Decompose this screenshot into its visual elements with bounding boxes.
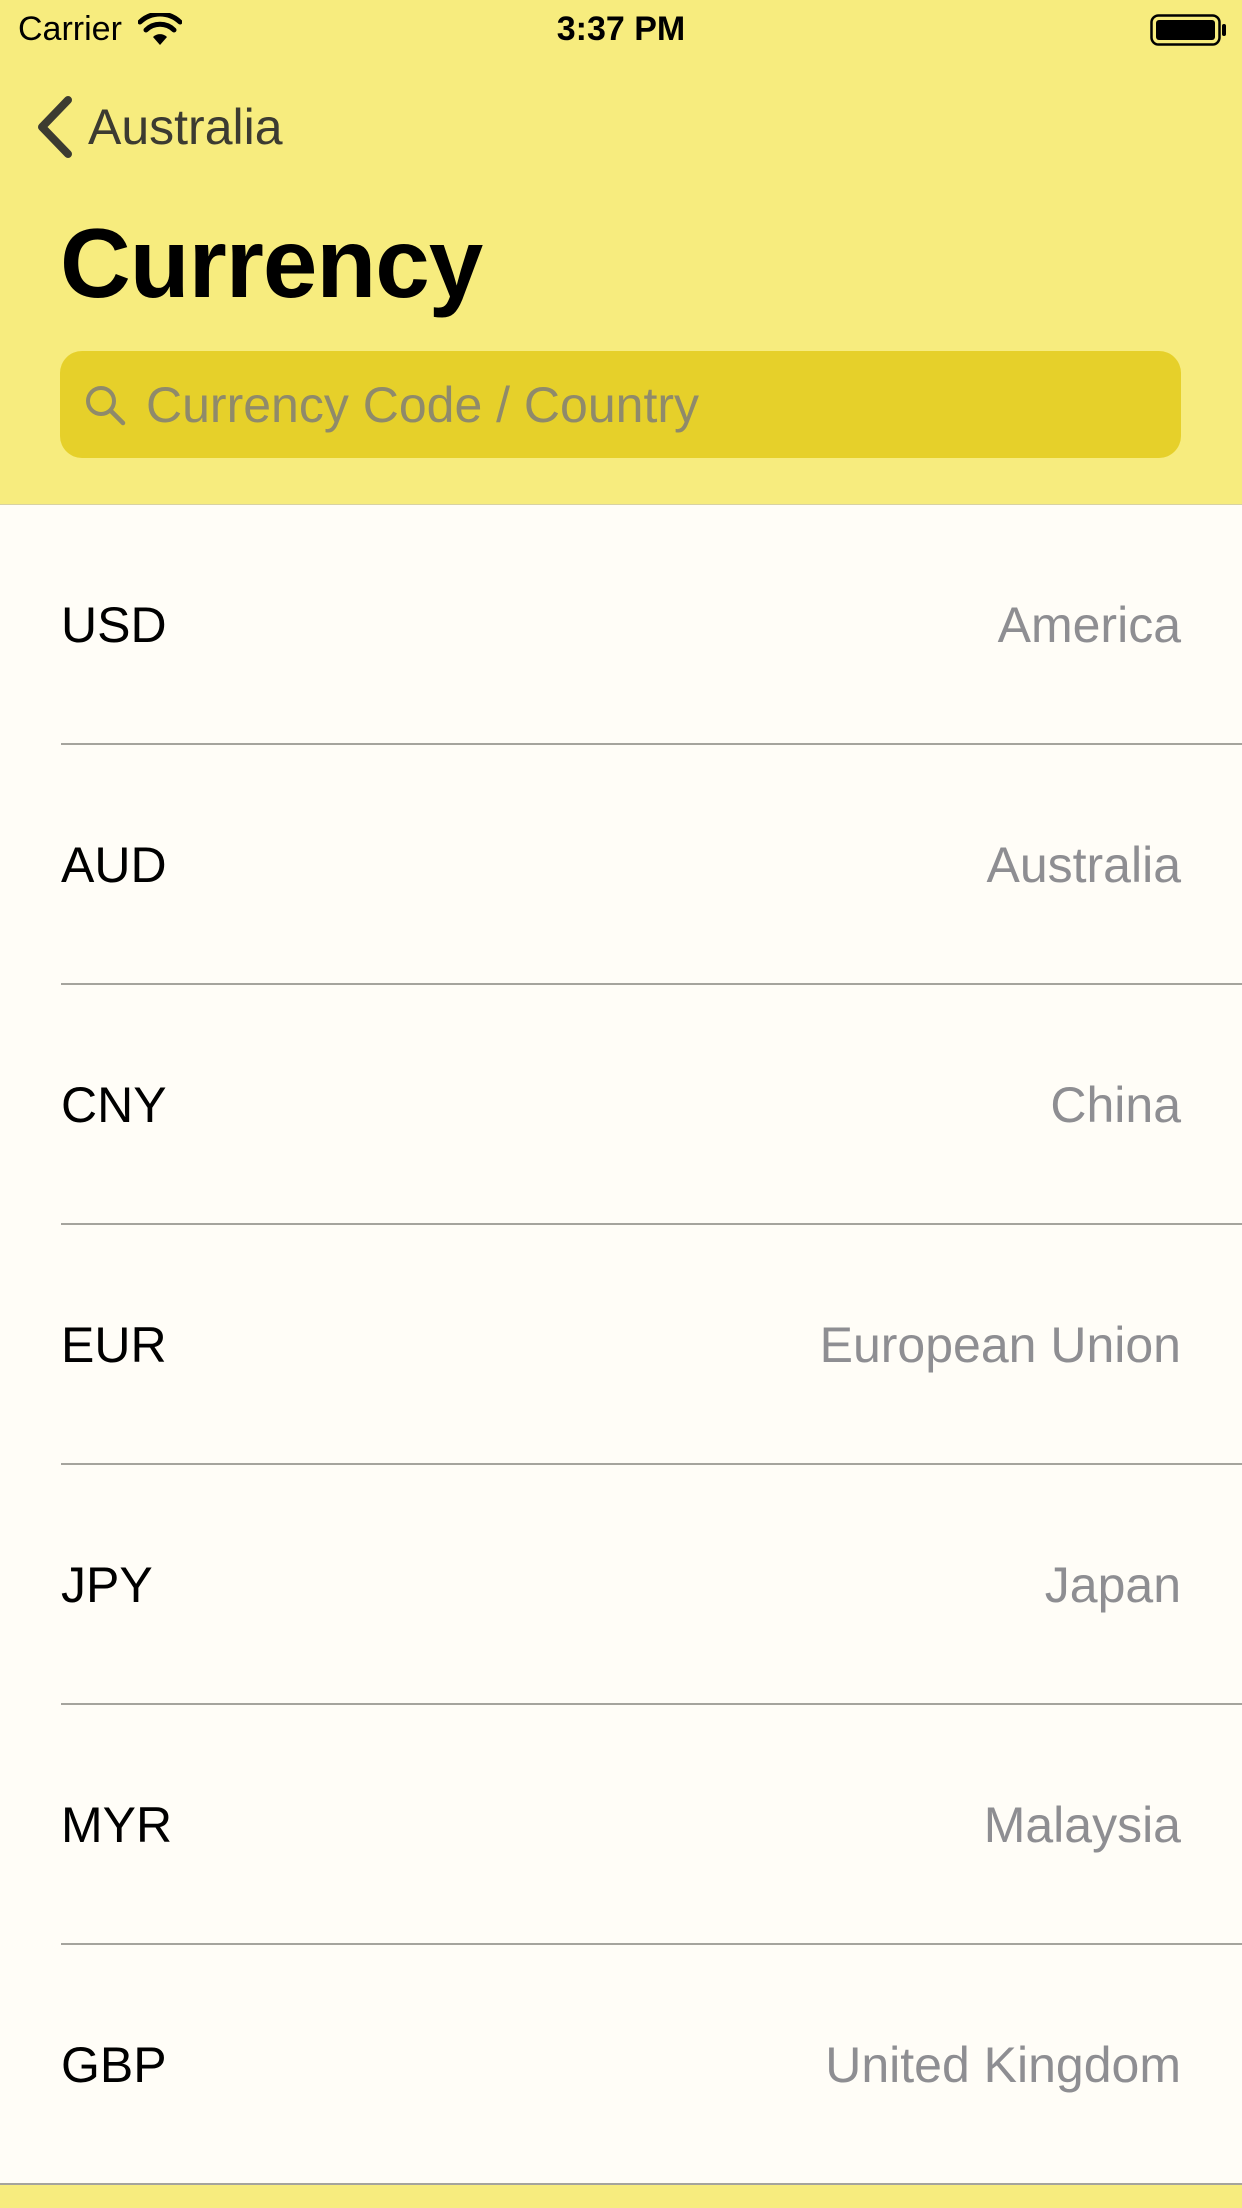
currency-code: AUD [61,837,167,893]
currency-row-eur[interactable]: EUR European Union [0,1225,1242,1465]
currency-code: JPY [61,1557,153,1613]
currency-country: America [997,597,1181,653]
status-time: 3:37 PM [556,10,686,48]
currency-code: GBP [61,2037,167,2093]
currency-code: USD [61,597,167,653]
search-bar[interactable] [60,351,1181,458]
currency-list: USD America AUD Australia CNY China EUR … [0,504,1242,2185]
page-title: Currency [60,208,483,318]
currency-row-usd[interactable]: USD America [0,505,1242,745]
currency-code: EUR [61,1317,167,1373]
currency-country: Japan [1044,1557,1181,1613]
currency-row-cny[interactable]: CNY China [0,985,1242,1225]
currency-row-aud[interactable]: AUD Australia [0,745,1242,985]
search-input[interactable] [146,375,1146,434]
status-bar: Carrier 3:37 PM [0,0,1242,60]
currency-row-jpy[interactable]: JPY Japan [0,1465,1242,1705]
currency-country: Australia [986,837,1181,893]
currency-country: Malaysia [983,1797,1181,1853]
back-button[interactable]: Australia [34,92,283,162]
currency-country: European Union [819,1317,1181,1373]
currency-row-myr[interactable]: MYR Malaysia [0,1705,1242,1945]
back-button-label: Australia [88,99,283,155]
search-icon [86,385,126,425]
chevron-left-icon [38,96,72,158]
currency-row-gbp[interactable]: GBP United Kingdom [0,1945,1242,2185]
currency-country: China [1050,1077,1181,1133]
battery-icon [1150,14,1226,46]
currency-code: MYR [61,1797,173,1853]
currency-country: United Kingdom [825,2037,1181,2093]
currency-code: CNY [61,1077,167,1133]
